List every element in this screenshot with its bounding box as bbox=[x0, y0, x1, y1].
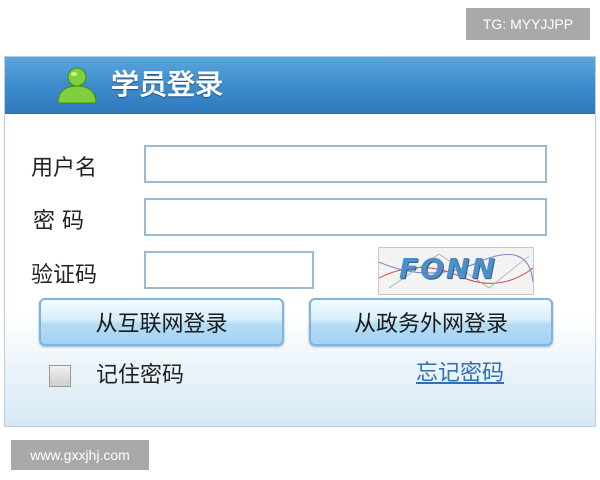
login-panel: 学员登录 bbox=[4, 56, 596, 427]
username-input[interactable] bbox=[144, 145, 547, 183]
watermark-site: www.gxxjhj.com bbox=[11, 440, 149, 470]
remember-password-checkbox[interactable] bbox=[49, 365, 71, 387]
password-label: 密 码 bbox=[33, 209, 84, 234]
page-title: 学员登录 bbox=[111, 68, 224, 101]
forgot-password-link[interactable]: 忘记密码 bbox=[416, 360, 504, 388]
internet-login-button[interactable]: 从互联网登录 bbox=[39, 298, 284, 346]
gov-extranet-login-button[interactable]: 从政务外网登录 bbox=[309, 298, 553, 346]
remember-password-label: 记住密码 bbox=[96, 363, 185, 388]
captcha-label: 验证码 bbox=[31, 263, 98, 288]
password-input[interactable] bbox=[144, 198, 547, 236]
username-label: 用户名 bbox=[31, 156, 98, 181]
panel-header: 学员登录 bbox=[5, 57, 595, 114]
captcha-image[interactable]: FONN bbox=[378, 247, 534, 295]
user-icon bbox=[57, 67, 97, 104]
captcha-input[interactable] bbox=[144, 251, 314, 289]
captcha-text: FONN bbox=[399, 252, 497, 285]
watermark-tg: TG: MYYJJPP bbox=[466, 8, 590, 40]
